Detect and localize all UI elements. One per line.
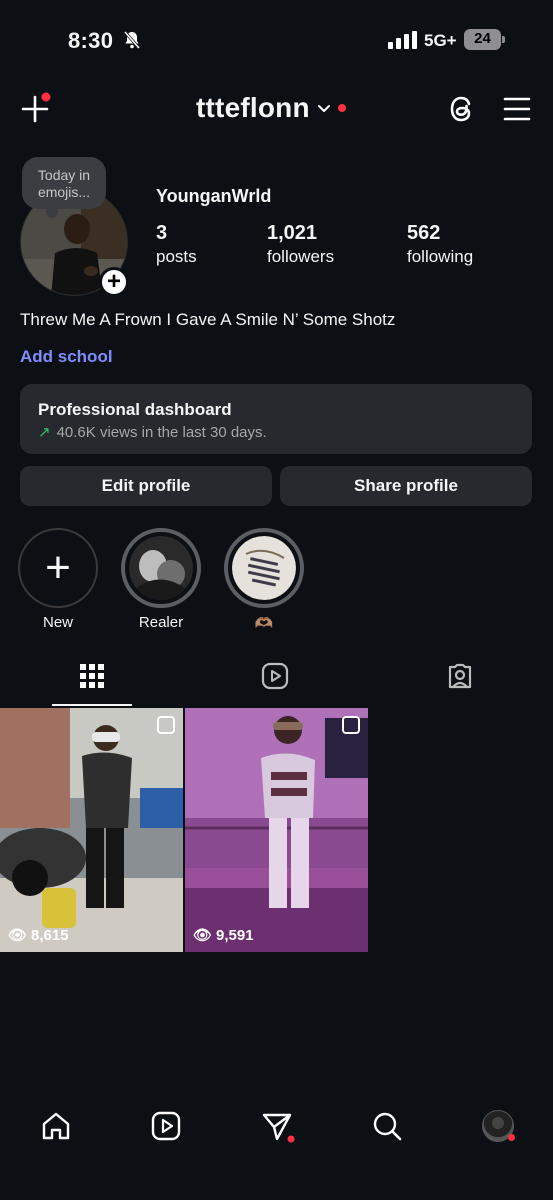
reel-badge-icon bbox=[157, 716, 175, 734]
reels-icon bbox=[151, 1111, 181, 1141]
search-icon bbox=[373, 1112, 402, 1141]
signal-icon bbox=[388, 31, 417, 49]
menu-button[interactable] bbox=[503, 96, 531, 122]
post-views: 8,615 bbox=[31, 926, 69, 944]
nav-search[interactable] bbox=[371, 1110, 403, 1142]
post-thumbnail[interactable]: 👁 9,591 bbox=[185, 708, 368, 952]
post-view-count-row: 👁 8,615 bbox=[8, 926, 69, 945]
following-label: following bbox=[407, 247, 474, 266]
post-views: 9,591 bbox=[216, 926, 254, 944]
threads-button[interactable] bbox=[446, 92, 478, 126]
home-icon bbox=[42, 1112, 70, 1140]
highlight-new[interactable]: + New bbox=[18, 528, 98, 631]
profile-note-tail bbox=[46, 206, 58, 218]
tagged-person-icon bbox=[448, 663, 472, 689]
eye-icon: 👁 bbox=[8, 927, 28, 944]
highlight-label: New bbox=[42, 614, 73, 631]
post-image bbox=[185, 708, 368, 952]
following-stat[interactable]: 562 following bbox=[407, 222, 473, 267]
grid-icon bbox=[80, 664, 104, 688]
dashboard-title: Professional dashboard bbox=[38, 400, 232, 419]
nav-messages[interactable] bbox=[261, 1110, 295, 1143]
account-switcher[interactable]: ttteflonn bbox=[196, 92, 346, 124]
chevron-down-icon bbox=[317, 105, 330, 112]
followers-stat[interactable]: 1,021 followers bbox=[267, 222, 334, 267]
professional-dashboard[interactable]: Professional dashboard ↗ 40.6K views in t… bbox=[20, 384, 532, 454]
followers-label: followers bbox=[267, 247, 335, 266]
bell-slash-icon bbox=[123, 31, 141, 49]
notification-dot bbox=[337, 104, 346, 112]
hamburger-menu-icon bbox=[503, 97, 531, 121]
dashboard-subtitle: 40.6K views in the last 30 days. bbox=[56, 424, 267, 441]
nav-home[interactable] bbox=[40, 1110, 72, 1142]
send-icon bbox=[262, 1113, 295, 1143]
status-time: 8:30 bbox=[68, 28, 114, 53]
threads-icon bbox=[450, 96, 471, 122]
share-profile-button[interactable]: Share profile bbox=[280, 466, 532, 506]
plus-icon bbox=[21, 92, 51, 123]
network-type: 5G+ bbox=[424, 31, 457, 50]
active-tab-indicator bbox=[52, 704, 132, 706]
highlight-label: Realer bbox=[138, 614, 184, 631]
following-count: 562 bbox=[407, 222, 441, 244]
create-button[interactable] bbox=[20, 92, 52, 124]
tab-posts-grid[interactable] bbox=[78, 662, 106, 690]
battery-level: 24 bbox=[474, 30, 491, 47]
profile-bio: Threw Me A Frown I Gave A Smile N’ Some … bbox=[20, 310, 396, 329]
plus-icon: + bbox=[18, 528, 98, 608]
highlight-realer[interactable]: Realer bbox=[121, 528, 201, 631]
profile-note[interactable]: Today in emojis... bbox=[22, 157, 106, 209]
tab-reels[interactable] bbox=[261, 662, 289, 690]
add-school-link[interactable]: Add school bbox=[20, 347, 113, 367]
highlight-cover-ring bbox=[121, 528, 201, 608]
add-story-button[interactable]: + bbox=[99, 267, 129, 297]
display-name: YounganWrld bbox=[156, 186, 272, 206]
dashboard-subtitle-row: ↗ 40.6K views in the last 30 days. bbox=[38, 423, 514, 441]
highlight-label: 🫶🏽 bbox=[254, 615, 274, 632]
post-thumbnail[interactable]: 👁 8,615 bbox=[0, 708, 183, 952]
highlight-emoji[interactable]: 🫶🏽 bbox=[224, 528, 304, 632]
posts-label: posts bbox=[156, 247, 197, 266]
battery-indicator: 24 bbox=[464, 29, 506, 51]
trend-up-icon: ↗ bbox=[38, 424, 51, 441]
posts-count: 3 bbox=[156, 222, 168, 244]
post-view-count-row: 👁 9,591 bbox=[193, 926, 254, 945]
reels-icon bbox=[261, 662, 289, 690]
posts-stat[interactable]: 3 posts bbox=[156, 222, 197, 267]
edit-profile-button[interactable]: Edit profile bbox=[20, 466, 272, 506]
tab-tagged[interactable] bbox=[446, 662, 474, 690]
profile-username: ttteflonn bbox=[196, 92, 310, 123]
reel-badge-icon bbox=[342, 716, 360, 734]
profile-notification-dot bbox=[508, 1134, 515, 1141]
highlight-cover-ring bbox=[224, 528, 304, 608]
followers-count: 1,021 bbox=[267, 222, 318, 244]
post-image bbox=[0, 708, 183, 952]
eye-icon: 👁 bbox=[193, 927, 213, 944]
highlight-cover-image bbox=[129, 536, 193, 600]
nav-reels[interactable] bbox=[150, 1110, 182, 1142]
highlight-cover-image bbox=[232, 536, 296, 600]
